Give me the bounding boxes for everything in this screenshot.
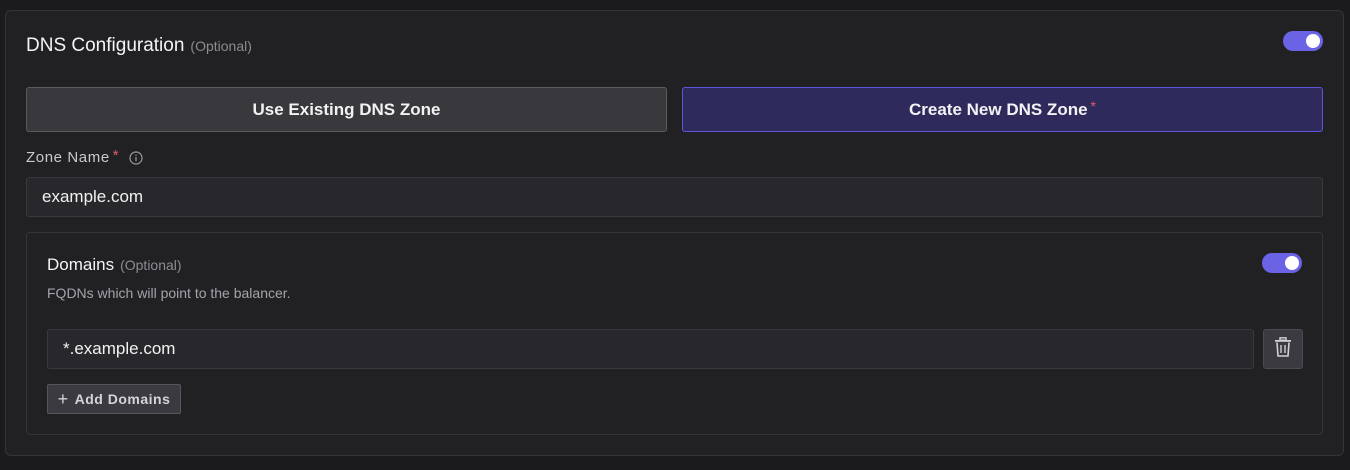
domains-title: Domains: [47, 255, 115, 274]
zone-name-label: Zone Name: [26, 149, 110, 166]
dns-header: DNS Configuration (Optional): [26, 35, 252, 57]
zone-name-input[interactable]: [26, 177, 1323, 217]
domains-section: Domains (Optional) FQDNs which will poin…: [26, 232, 1323, 435]
dns-configuration-panel: DNS Configuration (Optional) Use Existin…: [5, 10, 1344, 456]
zone-name-label-row: Zone Name *: [26, 147, 143, 166]
add-domains-button[interactable]: + Add Domains: [47, 384, 181, 414]
dns-title: DNS Configuration: [26, 35, 185, 56]
toggle-knob: [1306, 34, 1320, 48]
dns-optional-label: (Optional): [190, 38, 252, 54]
info-icon[interactable]: [129, 150, 143, 165]
use-existing-dns-zone-label: Use Existing DNS Zone: [252, 99, 441, 119]
use-existing-dns-zone-button[interactable]: Use Existing DNS Zone: [26, 87, 667, 132]
delete-domain-button[interactable]: [1263, 329, 1303, 369]
add-domains-label: Add Domains: [74, 391, 171, 407]
create-new-dns-zone-label: Create New DNS Zone: [909, 99, 1088, 119]
dns-enable-toggle[interactable]: [1283, 31, 1323, 51]
domains-header: Domains (Optional): [47, 255, 182, 275]
domains-description: FQDNs which will point to the balancer.: [47, 285, 291, 301]
toggle-knob: [1285, 256, 1299, 270]
zone-name-required-asterisk: *: [112, 147, 120, 164]
domains-enable-toggle[interactable]: [1262, 253, 1302, 273]
create-new-dns-zone-button[interactable]: Create New DNS Zone *: [682, 87, 1323, 132]
plus-icon: +: [57, 389, 69, 409]
required-asterisk: *: [1090, 97, 1096, 114]
domains-optional-label: (Optional): [120, 257, 182, 273]
domain-input[interactable]: [47, 329, 1254, 369]
trash-icon: [1274, 336, 1292, 362]
